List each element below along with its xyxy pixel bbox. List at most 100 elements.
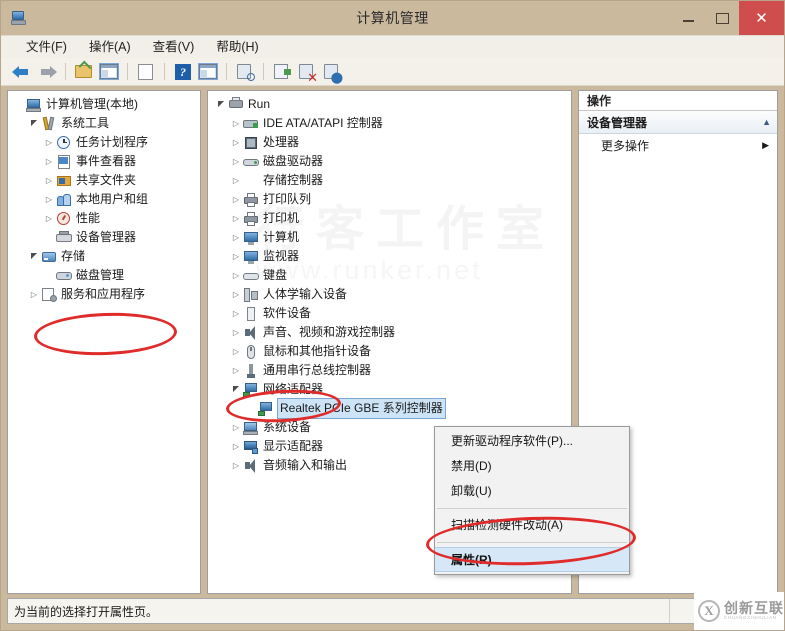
expander-closed-icon[interactable]: ▷ (42, 209, 56, 228)
context-menu-separator (437, 508, 627, 509)
device-tree-item-row[interactable]: ▷ 软件设备 (208, 304, 571, 323)
console-tree-item-row[interactable]: ▷ 共享文件夹 (8, 171, 200, 190)
expander-open-icon[interactable]: ◢ (214, 95, 228, 114)
device-tree-item-row[interactable]: ▷ 人体学输入设备 (208, 285, 571, 304)
title-bar[interactable]: 计算机管理 ✕ (1, 1, 784, 35)
context-menu-item[interactable]: 更新驱动程序软件(P)... (435, 429, 629, 454)
expander-closed-icon[interactable]: ▷ (229, 247, 243, 266)
minimize-button[interactable] (671, 1, 705, 35)
expander-closed-icon[interactable]: ▷ (42, 190, 56, 209)
device-tree-item-row[interactable]: ▷ 键盘 (208, 266, 571, 285)
expander-closed-icon[interactable]: ▷ (229, 133, 243, 152)
sound-icon (243, 325, 259, 341)
console-tree-item-row[interactable]: ▷ 本地用户和组 (8, 190, 200, 209)
context-menu-item[interactable]: 属性(R) (435, 547, 629, 572)
menu-file[interactable]: 文件(F) (15, 36, 78, 59)
audio-icon (243, 458, 259, 474)
device-tree-item-row[interactable]: ▷ 存储控制器 (208, 171, 571, 190)
expander-closed-icon[interactable]: ▷ (229, 456, 243, 475)
expander-closed-icon[interactable]: ▷ (229, 190, 243, 209)
device-tree-item-row[interactable]: ▷ 声音、视频和游戏控制器 (208, 323, 571, 342)
device-tree-item-row[interactable]: ▷ 打印机 (208, 209, 571, 228)
expander-closed-icon[interactable]: ▷ (229, 171, 243, 190)
toolbar: ? ✕ ⬤ (1, 58, 784, 86)
expander-closed-icon[interactable]: ▷ (229, 152, 243, 171)
device-tree-item-row[interactable]: ◢ 网络适配器 (208, 380, 571, 399)
console-tree-item-row[interactable]: ▷ 服务和应用程序 (8, 285, 200, 304)
expander-closed-icon[interactable]: ▷ (42, 171, 56, 190)
expander-closed-icon[interactable]: ▷ (229, 266, 243, 285)
device-tree-item-row[interactable]: ▷ 监视器 (208, 247, 571, 266)
chevron-up-icon[interactable]: ▲ (762, 117, 771, 127)
console-tree-item-row[interactable]: 计算机管理(本地) (8, 95, 200, 114)
device-tree-item-row[interactable]: ▷ 处理器 (208, 133, 571, 152)
device-tree-item-row[interactable]: ▷ IDE ATA/ATAPI 控制器 (208, 114, 571, 133)
expander-closed-icon[interactable]: ▷ (229, 342, 243, 361)
console-tree-item-label: 任务计划程序 (76, 135, 149, 149)
add-legacy-hardware-icon[interactable]: ⬤ (321, 61, 343, 83)
device-tree-item-label: 人体学输入设备 (263, 287, 348, 301)
expander-open-icon[interactable]: ◢ (27, 114, 41, 133)
actions-item-more-actions[interactable]: 更多操作 ▶ (579, 134, 777, 156)
usb-icon (243, 363, 259, 379)
expander-closed-icon[interactable]: ▷ (229, 323, 243, 342)
context-menu-item[interactable]: 卸载(U) (435, 479, 629, 504)
show-action-pane-icon[interactable] (197, 61, 219, 83)
users-icon (56, 192, 72, 208)
console-tree-item-row[interactable]: ◢ 存储 (8, 247, 200, 266)
device-tree-item-label: Run (248, 97, 271, 111)
menu-help[interactable]: 帮助(H) (205, 36, 269, 59)
device-context-menu[interactable]: 更新驱动程序软件(P)... 禁用(D) 卸载(U) 扫描检测硬件改动(A) 属性(R) (434, 426, 630, 575)
devmgr-icon (56, 230, 72, 246)
expander-closed-icon[interactable]: ▷ (42, 133, 56, 152)
expander-open-icon[interactable]: ◢ (229, 380, 243, 399)
expander-closed-icon[interactable]: ▷ (229, 437, 243, 456)
forward-arrow-icon[interactable] (36, 61, 58, 83)
actions-group-device-manager[interactable]: 设备管理器 ▲ (579, 111, 777, 134)
device-tree-item-row[interactable]: ▷ 鼠标和其他指针设备 (208, 342, 571, 361)
context-menu-item[interactable]: 扫描检测硬件改动(A) (435, 513, 629, 538)
up-folder-icon[interactable] (73, 61, 95, 83)
console-tree-item-row[interactable]: ▷ 任务计划程序 (8, 133, 200, 152)
maximize-button[interactable] (705, 1, 739, 35)
console-tree-item-label: 系统工具 (61, 116, 110, 130)
uninstall-device-icon[interactable]: ✕ (296, 61, 318, 84)
expander-closed-icon[interactable]: ▷ (229, 114, 243, 133)
console-tree-item-row[interactable]: ▷ 性能 (8, 209, 200, 228)
device-tree-item-row[interactable]: ▷ 计算机 (208, 228, 571, 247)
expander-closed-icon[interactable]: ▷ (229, 418, 243, 437)
expander-closed-icon[interactable]: ▷ (229, 228, 243, 247)
cpu-icon (243, 135, 259, 151)
help-icon[interactable]: ? (172, 61, 194, 83)
expander-closed-icon[interactable]: ▷ (229, 285, 243, 304)
device-tree-item-label: 监视器 (263, 249, 300, 263)
device-tree-item-row[interactable]: ▷ 通用串行总线控制器 (208, 361, 571, 380)
menu-bar: 文件(F) 操作(A) 查看(V) 帮助(H) (1, 35, 784, 58)
device-tree-item-row[interactable]: ◢ Run (208, 95, 571, 114)
device-tree-item-row[interactable]: ▷ 打印队列 (208, 190, 571, 209)
console-tree-item-row[interactable]: 设备管理器 (8, 228, 200, 247)
expander-closed-icon[interactable]: ▷ (42, 152, 56, 171)
device-tree-item-row[interactable]: Realtek PCIe GBE 系列控制器 (208, 398, 571, 419)
console-tree-item-row[interactable]: ▷ 事件查看器 (8, 152, 200, 171)
context-menu-item[interactable]: 禁用(D) (435, 454, 629, 479)
scan-devices-icon[interactable] (234, 61, 256, 83)
expander-open-icon[interactable]: ◢ (27, 247, 41, 266)
close-button[interactable]: ✕ (739, 1, 784, 35)
device-tree-item-row[interactable]: ▷ 磁盘驱动器 (208, 152, 571, 171)
back-arrow-icon[interactable] (11, 61, 33, 83)
expander-closed-icon[interactable]: ▷ (229, 304, 243, 323)
expander-closed-icon[interactable]: ▷ (229, 209, 243, 228)
expander-closed-icon[interactable]: ▷ (229, 361, 243, 380)
update-driver-icon[interactable] (271, 61, 293, 83)
console-tree-item-row[interactable]: 磁盘管理 (8, 266, 200, 285)
expander-closed-icon[interactable]: ▷ (27, 285, 41, 304)
console-tree-pane[interactable]: 计算机管理(本地) ◢ 系统工具 ▷ 任务计划程序 ▷ 事件查看器 ▷ 共享文件夹 ▷ 本地用户和组… (7, 90, 201, 594)
console-tree-item-row[interactable]: ◢ 系统工具 (8, 114, 200, 133)
share-icon (56, 173, 72, 189)
properties-page-icon[interactable] (135, 61, 157, 83)
show-console-tree-icon[interactable] (98, 61, 120, 83)
hdd-icon (243, 154, 259, 170)
menu-view[interactable]: 查看(V) (142, 36, 206, 59)
menu-action[interactable]: 操作(A) (78, 36, 142, 59)
